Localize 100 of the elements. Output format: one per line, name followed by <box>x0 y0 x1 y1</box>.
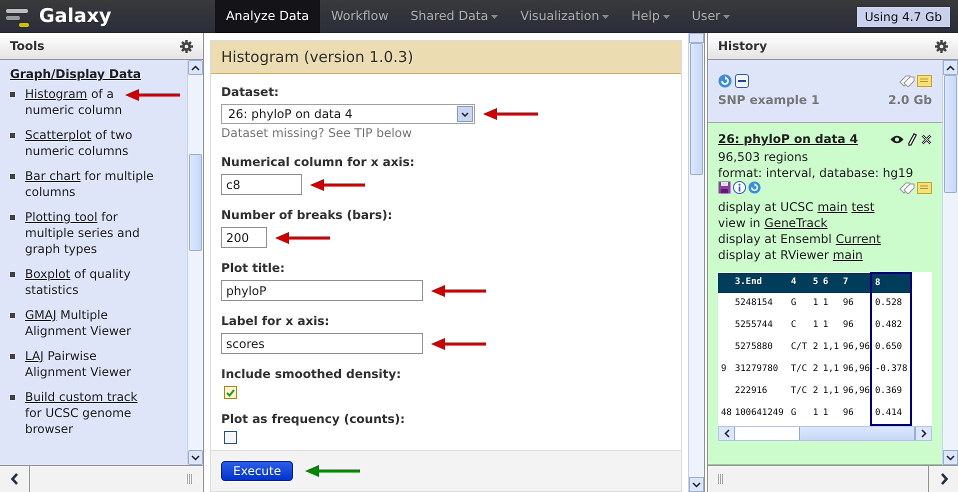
bullet <box>10 272 15 277</box>
settings-icon[interactable] <box>180 40 194 52</box>
link-label: display at UCSC <box>718 199 814 215</box>
tool-entry[interactable]: Boxplot of quality statistics <box>25 266 155 298</box>
column-header: 3.End <box>732 273 788 293</box>
table-cell-text: 9 <box>720 363 728 376</box>
checkbox[interactable] <box>224 431 238 444</box>
input-field[interactable]: scores <box>221 333 424 354</box>
panel-title: History <box>718 38 768 55</box>
table-cell: 5248154 <box>732 293 788 315</box>
tool-entry[interactable]: Plotting tool for multiple series and graph types <box>25 209 155 257</box>
tag-icon[interactable] <box>899 182 915 194</box>
dataset-title[interactable]: 26: phyloP on data 4 <box>718 130 858 148</box>
table-cell-text: 48 <box>720 407 732 420</box>
bullet <box>10 313 15 318</box>
tool-link[interactable]: Boxplot <box>25 267 70 281</box>
table-cell-text: 1 <box>822 407 830 420</box>
table-cell: 96,96 <box>840 337 871 359</box>
scrollbar[interactable] <box>942 60 958 465</box>
section-heading[interactable]: Graph/Display Data <box>10 65 188 83</box>
tool-entry[interactable]: LAJ Pairwise Alignment Viewer <box>25 348 155 380</box>
tool-link[interactable]: LAJ <box>25 349 44 363</box>
nav-tab[interactable]: Analyze Data <box>215 0 320 33</box>
scrollbar[interactable] <box>187 60 204 465</box>
eye-icon[interactable] <box>890 134 904 144</box>
tool-entry[interactable]: Histogram of a numeric column <box>25 86 155 118</box>
brand-name[interactable]: Galaxy <box>39 2 112 31</box>
execute-button[interactable]: Execute <box>221 461 294 481</box>
input-field[interactable]: c8 <box>221 174 302 195</box>
scrollbar-thumb[interactable] <box>189 154 202 251</box>
display-link[interactable]: Current <box>836 231 881 247</box>
dataset-info: format: interval, database: hg19 <box>718 165 914 181</box>
tool-entry[interactable]: Bar chart for multiple columns <box>25 168 155 200</box>
column-header: 7 <box>840 273 871 293</box>
horizontal-scrollbar[interactable] <box>718 426 932 441</box>
input-field[interactable]: 200 <box>221 227 268 248</box>
table-cell-text: T/C <box>790 385 808 398</box>
nav-tab[interactable]: Visualization <box>509 0 620 33</box>
tool-link[interactable]: Bar chart <box>25 169 81 183</box>
dataset-select[interactable]: 26: phyloP on data 4 <box>221 104 476 124</box>
close-icon[interactable] <box>921 134 932 144</box>
usage-meter: Using 4.7 Gb <box>856 6 950 26</box>
nav-tab[interactable]: User <box>680 0 742 33</box>
display-link[interactable]: test <box>851 199 874 215</box>
pencil-icon[interactable] <box>908 132 917 146</box>
resize-handle-icon[interactable] <box>718 474 724 484</box>
form-title: Histogram (version 1.0.3) <box>221 46 414 68</box>
checkbox[interactable] <box>224 386 238 399</box>
tool-link[interactable]: Build custom track <box>25 390 138 404</box>
tool-link[interactable]: Scatterplot <box>25 128 92 142</box>
field-label: Label for x axis: <box>221 313 330 330</box>
table-cell: 96 <box>840 315 871 337</box>
dataset-info: 96,503 regions <box>718 149 810 165</box>
column-header: 5 <box>810 273 820 293</box>
field-label: Number of breaks (bars): <box>221 207 394 224</box>
nav-tab[interactable]: Workflow <box>320 0 400 33</box>
tool-entry[interactable]: GMAJ Multiple Alignment Viewer <box>25 307 155 339</box>
display-link[interactable]: GeneTrack <box>764 215 828 231</box>
refresh-icon[interactable] <box>718 74 732 88</box>
column-header: 8 <box>870 273 911 293</box>
settings-icon[interactable] <box>935 40 948 52</box>
table-cell: 96 <box>840 293 871 315</box>
field-label: Plot as frequency (counts): <box>221 411 406 428</box>
scrollbar-thumb[interactable] <box>799 427 915 440</box>
tool-link[interactable]: Histogram <box>25 87 88 101</box>
tool-link[interactable]: Plotting tool <box>25 210 98 224</box>
tool-entry[interactable]: Scatterplot of two numeric columns <box>25 127 155 159</box>
tool-link[interactable]: GMAJ <box>25 308 56 322</box>
caret-icon <box>662 14 670 18</box>
resize-handle-icon[interactable] <box>187 474 194 484</box>
scrollbar-thumb[interactable] <box>944 75 957 193</box>
collapse-left-icon[interactable] <box>10 473 18 485</box>
scrollbar[interactable] <box>688 33 704 492</box>
tag-icon[interactable] <box>899 75 915 87</box>
tool-entry[interactable]: Build custom track for UCSC genome browser <box>25 389 155 437</box>
table-cell-text: 1 <box>812 319 820 332</box>
panel-title: Tools <box>10 38 44 55</box>
table-cell-text: 2 <box>812 385 820 398</box>
table-cell: 96,96 <box>840 381 871 403</box>
table-cell-text: 5275880 <box>734 341 774 354</box>
refresh-icon[interactable] <box>748 181 761 194</box>
save-icon[interactable] <box>718 181 731 194</box>
history-name[interactable]: SNP example 1 <box>718 91 820 109</box>
collapse-right-icon[interactable] <box>940 473 948 485</box>
bullet <box>10 215 15 220</box>
scrollbar-thumb[interactable] <box>690 43 703 175</box>
caret-icon <box>491 14 498 18</box>
table-cell-text: 1 <box>822 319 830 332</box>
nav-tab[interactable]: Help <box>620 0 681 33</box>
display-link[interactable]: main <box>832 247 863 263</box>
table-cell: G <box>788 293 810 315</box>
link-label: display at Ensembl <box>718 231 832 247</box>
input-field[interactable]: phyloP <box>221 280 424 301</box>
caret-icon <box>723 14 730 18</box>
bullet <box>10 395 15 400</box>
collapse-icon[interactable] <box>735 74 749 88</box>
info-icon[interactable] <box>733 181 746 194</box>
display-link[interactable]: main <box>817 199 848 215</box>
bullet <box>10 133 15 138</box>
nav-tab[interactable]: Shared Data <box>399 0 510 33</box>
